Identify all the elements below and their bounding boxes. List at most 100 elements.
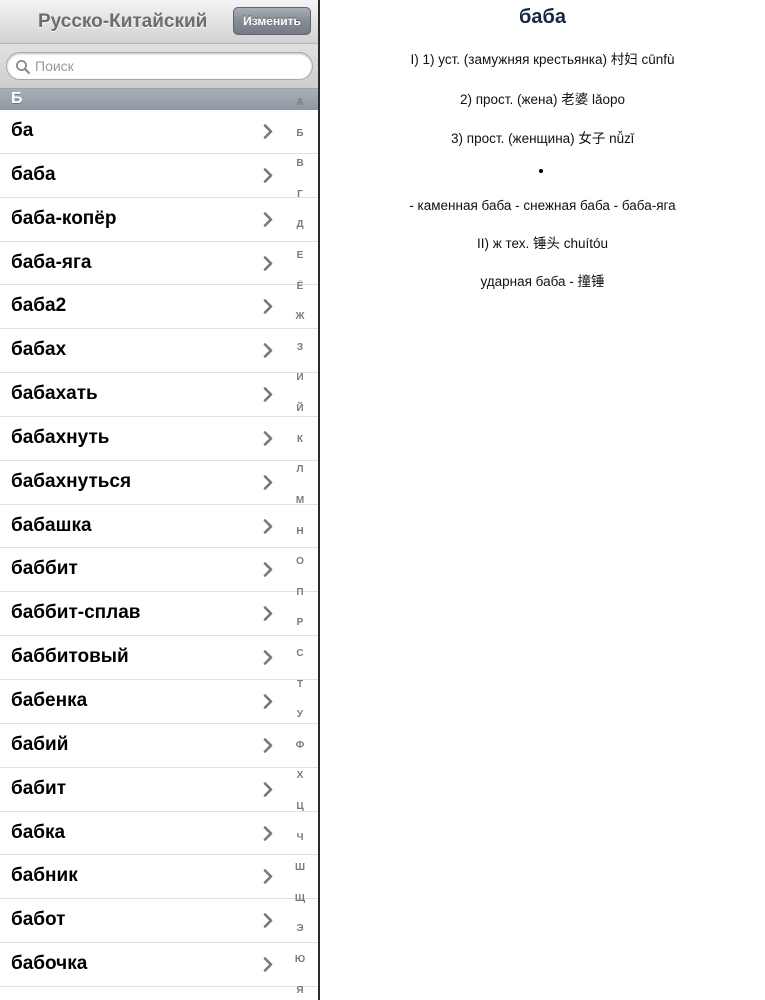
list-item[interactable]: бабашка: [0, 504, 318, 549]
list-item[interactable]: бабот: [0, 899, 318, 944]
alphabet-index-letter[interactable]: М: [296, 495, 304, 507]
chevron-right-icon: [263, 781, 273, 797]
list-item[interactable]: баббит: [0, 548, 318, 593]
list-item-label: бабахать: [11, 383, 98, 405]
chevron-right-icon: [263, 211, 273, 227]
list-item[interactable]: бабах: [0, 329, 318, 374]
alphabet-index-letter[interactable]: О: [296, 556, 304, 568]
word-list-pane: Русско-Китайский Изменить Б бабабабаба-к…: [0, 0, 318, 1000]
list-item[interactable]: баббитовый: [0, 636, 318, 680]
chevron-right-icon: [263, 343, 273, 359]
list-item[interactable]: баба-яга: [0, 241, 318, 286]
alphabet-index-letter[interactable]: Н: [296, 526, 303, 538]
entry-definition-line: - каменная баба - снежная баба - баба-яг…: [409, 198, 676, 213]
alphabet-index-letter[interactable]: Я: [296, 985, 303, 997]
alphabet-index-letter[interactable]: Д: [296, 219, 303, 231]
alphabet-index-letter[interactable]: Р: [297, 617, 304, 629]
list-item-label: бабий: [11, 733, 69, 755]
list-item-label: бабенка: [11, 689, 88, 711]
alphabet-index[interactable]: А Б В Г Д Е Ё Ж З И Й К Л М Н О П Р С Т У Ф Х Ц Ч Ш Щ Э Ю Я: [287, 97, 313, 997]
list-item-label: баба2: [11, 295, 67, 317]
entry-title: баба: [519, 6, 566, 28]
alphabet-index-letter[interactable]: З: [297, 342, 303, 354]
list-item[interactable]: бабахнуть: [0, 416, 318, 461]
alphabet-index-letter[interactable]: Ч: [296, 832, 303, 844]
chevron-right-icon: [263, 299, 273, 315]
alphabet-index-letter[interactable]: Ф: [296, 740, 305, 752]
alphabet-index-letter[interactable]: И: [296, 372, 303, 384]
navigation-bar: Русско-Китайский Изменить: [0, 0, 318, 44]
chevron-right-icon: [263, 474, 273, 490]
alphabet-index-letter[interactable]: К: [297, 434, 303, 446]
alphabet-index-letter[interactable]: Б: [296, 128, 303, 140]
list-item[interactable]: баба-копёр: [0, 197, 318, 242]
chevron-right-icon: [263, 650, 273, 665]
search-icon: [16, 60, 31, 75]
edit-button[interactable]: Изменить: [233, 7, 311, 35]
alphabet-index-letter[interactable]: Ё: [297, 281, 304, 293]
list-item[interactable]: бабочка: [0, 943, 318, 987]
list-item[interactable]: баба: [0, 153, 318, 198]
chevron-right-icon: [263, 694, 273, 709]
list-item-label: бабник: [11, 865, 78, 887]
list-item-label: баба-копёр: [11, 207, 117, 229]
list-item[interactable]: бабка: [0, 811, 318, 856]
list-item-label: бабах: [11, 339, 67, 361]
alphabet-index-letter[interactable]: Й: [296, 403, 303, 415]
entry-definition-line: 3) прост. (женщина) 女子 nǚzǐ: [451, 131, 634, 146]
list-item[interactable]: бабахать: [0, 373, 318, 417]
list-item[interactable]: бабенка: [0, 679, 318, 724]
alphabet-index-letter[interactable]: Е: [297, 250, 304, 262]
chevron-right-icon: [263, 825, 273, 841]
list-item-label: бабахнуться: [11, 470, 132, 492]
alphabet-index-letter[interactable]: Г: [297, 189, 303, 201]
alphabet-index-letter[interactable]: В: [296, 158, 303, 170]
alphabet-index-letter[interactable]: А: [296, 97, 303, 109]
chevron-right-icon: [263, 518, 273, 534]
search-input[interactable]: [35, 56, 305, 76]
list-item-label: бабка: [11, 821, 66, 843]
list-item-label: бабочка: [11, 953, 88, 975]
chevron-right-icon: [263, 869, 273, 885]
alphabet-index-letter[interactable]: П: [296, 587, 303, 599]
alphabet-index-letter[interactable]: Ц: [296, 801, 303, 813]
list-item[interactable]: баббит-сплав: [0, 592, 318, 637]
chevron-right-icon: [263, 562, 273, 578]
list-item[interactable]: ба: [0, 110, 318, 154]
alphabet-index-letter[interactable]: С: [296, 648, 303, 660]
list-item-label: баббит: [11, 558, 78, 580]
chevron-right-icon: [263, 738, 273, 753]
alphabet-index-letter[interactable]: Т: [297, 679, 303, 691]
entry-definition-line: 2) прост. (жена) 老婆 lǎopo: [459, 92, 626, 107]
chevron-right-icon: [263, 606, 273, 622]
alphabet-index-letter[interactable]: У: [297, 709, 303, 721]
chevron-right-icon: [263, 124, 273, 139]
search-field[interactable]: [6, 52, 313, 80]
entry-pane: баба I) 1) уст. (замужняя крестьянка) 村妇…: [320, 0, 765, 1000]
bullet-separator: [539, 169, 543, 173]
chevron-right-icon: [263, 431, 273, 446]
nav-title: Русско-Китайский: [38, 11, 208, 32]
alphabet-index-letter[interactable]: Ж: [295, 311, 304, 323]
list-item[interactable]: бабахнуться: [0, 460, 318, 505]
list-item[interactable]: бабник: [0, 855, 318, 900]
alphabet-index-letter[interactable]: Э: [296, 923, 303, 935]
alphabet-index-letter[interactable]: Х: [297, 770, 304, 782]
section-header: Б: [0, 88, 318, 110]
list-item-label: бабот: [11, 909, 66, 931]
list-item-label: бабахнуть: [11, 426, 110, 448]
search-bar: [0, 44, 318, 88]
list-item[interactable]: бабий: [0, 723, 318, 768]
alphabet-index-letter[interactable]: Ю: [295, 954, 305, 966]
alphabet-index-letter[interactable]: Щ: [295, 893, 305, 905]
list-item[interactable]: бабит: [0, 767, 318, 812]
list-item-label: баббитовый: [11, 646, 129, 668]
chevron-right-icon: [263, 387, 273, 402]
list-item-label: баббит-сплав: [11, 602, 141, 624]
list-item[interactable]: баба2: [0, 285, 318, 330]
chevron-right-icon: [263, 168, 273, 183]
chevron-right-icon: [263, 913, 273, 928]
alphabet-index-letter[interactable]: Ш: [295, 862, 305, 874]
alphabet-index-letter[interactable]: Л: [296, 464, 303, 476]
list-item-label: ба: [11, 120, 34, 141]
